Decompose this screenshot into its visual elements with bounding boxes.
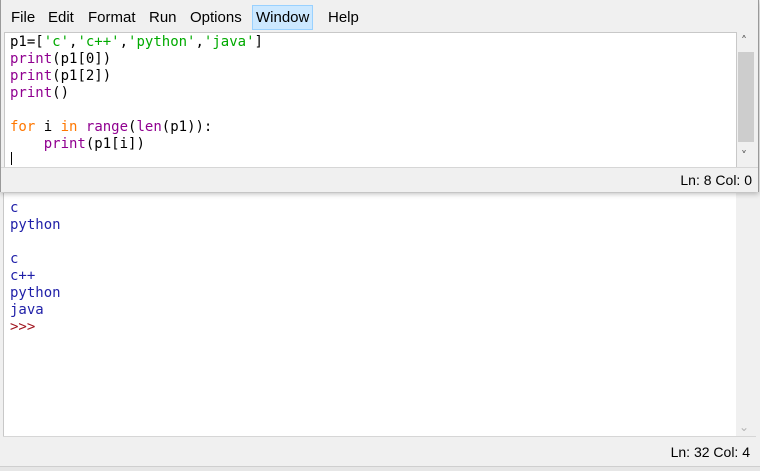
shell-output-line: c bbox=[10, 200, 19, 216]
shell-output-line: java bbox=[10, 302, 44, 318]
shell-output-line: python bbox=[10, 285, 61, 301]
shell-cursor-position: Ln: 32 Col: 4 bbox=[670, 444, 750, 460]
editor-scrollbar[interactable]: ˄ ˅ bbox=[737, 32, 755, 166]
code-token: for bbox=[10, 119, 36, 135]
code-line: for i in range(len(p1)): bbox=[10, 119, 263, 136]
code-token: print bbox=[43, 136, 86, 152]
code-token: ] bbox=[254, 34, 263, 50]
code-line: print(p1[i]) bbox=[10, 136, 263, 153]
shell-text-area[interactable]: c python c c++ python java >>> bbox=[3, 193, 737, 436]
code-token: () bbox=[52, 85, 70, 101]
code-line: print(p1[0]) bbox=[10, 51, 263, 68]
editor-window: File Edit Format Run Options Window Help… bbox=[0, 0, 759, 192]
code-token: (p1[2]) bbox=[52, 68, 112, 84]
shell-output-line: python bbox=[10, 217, 61, 233]
menu-file[interactable]: File bbox=[8, 6, 38, 29]
scroll-down-icon[interactable]: ˅ bbox=[741, 150, 747, 162]
code-line: print(p1[2]) bbox=[10, 68, 263, 85]
scroll-up-icon[interactable]: ˄ bbox=[741, 35, 747, 47]
code-token: (p1)): bbox=[161, 119, 213, 135]
menu-options[interactable]: Options bbox=[187, 6, 245, 29]
menu-help[interactable]: Help bbox=[325, 6, 362, 29]
code-token: , bbox=[195, 34, 204, 50]
text-cursor bbox=[11, 152, 12, 165]
shell-output-line: c++ bbox=[10, 268, 36, 284]
code-token: print bbox=[10, 85, 53, 101]
code-token: 'java' bbox=[203, 34, 255, 50]
code-token: 'python' bbox=[128, 34, 196, 50]
menu-window[interactable]: Window bbox=[252, 5, 314, 30]
code-token: len bbox=[136, 119, 162, 135]
menu-edit[interactable]: Edit bbox=[45, 6, 77, 29]
menu-bar: File Edit Format Run Options Window Help bbox=[1, 0, 758, 32]
code-token: 'c++' bbox=[77, 34, 120, 50]
menu-format[interactable]: Format bbox=[85, 6, 139, 29]
code-token: , bbox=[119, 34, 129, 50]
shell-output-line: c bbox=[10, 251, 19, 267]
shell-prompt: >>> bbox=[10, 319, 36, 335]
code-line: print() bbox=[10, 85, 263, 102]
shell-scrollbar[interactable]: ⌄ bbox=[736, 193, 754, 436]
code-token: range bbox=[85, 119, 129, 135]
code-token: in bbox=[60, 119, 78, 135]
code-token: (p1[i]) bbox=[85, 136, 145, 152]
code-editor[interactable]: p1=['c','c++','python','java'] print(p1[0… bbox=[4, 32, 737, 168]
code-token: (p1[0]) bbox=[52, 51, 112, 67]
editor-cursor-position: Ln: 8 Col: 0 bbox=[680, 172, 752, 188]
scroll-thumb[interactable] bbox=[738, 52, 754, 142]
shell-output-line bbox=[10, 234, 61, 251]
code-token: 'c' bbox=[43, 34, 70, 50]
code-token: p1=[ bbox=[10, 34, 44, 50]
menu-run[interactable]: Run bbox=[146, 6, 180, 29]
editor-status-bar: Ln: 8 Col: 0 bbox=[1, 167, 758, 192]
shell-output: c python c c++ python java >>> bbox=[10, 200, 61, 336]
shell-status-bar: Ln: 32 Col: 4 bbox=[3, 436, 756, 467]
code-token: print bbox=[10, 51, 53, 67]
code-lines: p1=['c','c++','python','java'] print(p1[0… bbox=[10, 34, 263, 153]
code-token: print bbox=[10, 68, 53, 84]
window-bottom-edge bbox=[0, 466, 760, 471]
code-token: i bbox=[35, 119, 61, 135]
scroll-down-icon[interactable]: ⌄ bbox=[739, 421, 749, 433]
code-line: p1=['c','c++','python','java'] bbox=[10, 34, 263, 51]
